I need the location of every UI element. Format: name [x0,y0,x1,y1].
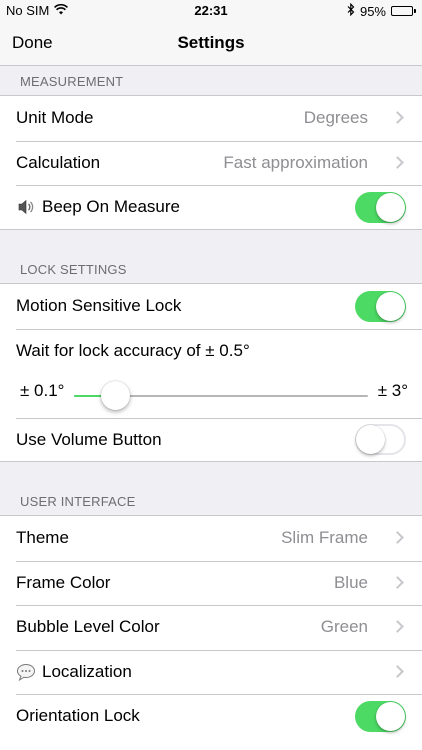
theme-cell[interactable]: Theme Slim Frame [0,516,422,561]
unit-mode-value: Degrees [303,108,368,128]
calculation-value: Fast approximation [223,152,368,172]
unit-mode-label: Unit Mode [16,108,94,128]
section-header-measurement: MEASUREMENT [0,66,422,96]
lock-settings-group: Motion Sensitive Lock Wait for lock accu… [0,283,422,462]
unit-mode-cell[interactable]: Unit Mode Degrees [0,96,422,141]
calculation-label: Calculation [16,152,101,172]
volume-button-label: Use Volume Button [16,429,162,449]
beep-on-measure-row-label: Beep On Measure [16,197,180,217]
beep-on-measure-label: Beep On Measure [42,197,180,217]
battery-icon [391,6,416,16]
chevron-right-icon [391,664,404,678]
slider-thumb[interactable] [100,380,130,410]
chevron-right-icon [391,111,404,125]
chevron-right-icon [391,531,404,545]
orientation-lock-cell: Orientation Lock [0,694,422,739]
volume-button-cell: Use Volume Button [0,417,422,463]
chevron-right-icon [391,620,404,634]
bluetooth-icon [347,2,355,19]
frame-color-label: Frame Color [16,572,111,592]
motion-lock-label: Motion Sensitive Lock [16,296,182,316]
section-header-lock-settings: LOCK SETTINGS [0,254,422,284]
status-right: 95% [347,2,416,19]
chevron-right-icon [391,575,404,589]
toggle-knob [376,192,405,222]
navigation-bar: Done Settings [0,22,422,66]
chevron-right-icon [391,155,404,169]
motion-lock-cell: Motion Sensitive Lock [0,284,422,329]
speaker-icon [16,197,36,217]
battery-percent: 95% [359,3,386,19]
calculation-cell[interactable]: Calculation Fast approximation [0,140,422,186]
orientation-lock-toggle[interactable] [355,700,406,732]
measurement-group: Unit Mode Degrees Calculation Fast appro… [0,95,422,230]
theme-value: Slim Frame [281,528,368,548]
user-interface-group: Theme Slim Frame Frame Color Blue Bubble… [0,515,422,750]
orientation-lock-label: Orientation Lock [16,706,140,726]
bubble-level-color-label: Bubble Level Color [16,617,160,637]
section-header-label: USER INTERFACE [20,494,136,509]
settings-screen: No SIM 22:31 95% Done Settings MEASUREME… [0,0,422,750]
toggle-knob [376,701,405,731]
lock-accuracy-label: Wait for lock accuracy of ± 0.5° [16,340,250,360]
bubble-level-color-value: Green [320,617,368,637]
localization-row-label: Localization [16,662,132,682]
page-title: Settings [177,33,245,52]
toggle-knob [356,425,385,455]
localization-cell[interactable]: Localization [0,649,422,695]
section-header-label: LOCK SETTINGS [20,262,127,277]
toggle-knob [376,291,405,321]
localization-label: Localization [42,661,132,681]
motion-lock-toggle[interactable] [355,290,406,322]
slider-min-label: ± 0.1° [20,380,65,400]
frame-color-value: Blue [333,572,368,592]
section-header-user-interface: USER INTERFACE [0,486,422,516]
beep-on-measure-cell: Beep On Measure [0,185,422,230]
bubble-level-color-cell[interactable]: Bubble Level Color Green [0,605,422,650]
speech-bubble-icon [16,662,36,682]
lock-accuracy-slider[interactable] [74,380,368,410]
section-header-label: MEASUREMENT [20,74,124,89]
volume-button-toggle[interactable] [355,424,406,456]
lock-accuracy-cell: Wait for lock accuracy of ± 0.5° ± 0.1° … [0,328,422,418]
beep-on-measure-toggle[interactable] [355,191,406,223]
frame-color-cell[interactable]: Frame Color Blue [0,560,422,606]
status-bar: No SIM 22:31 95% [0,0,422,22]
slider-max-label: ± 3° [377,380,408,400]
theme-label: Theme [16,528,69,548]
